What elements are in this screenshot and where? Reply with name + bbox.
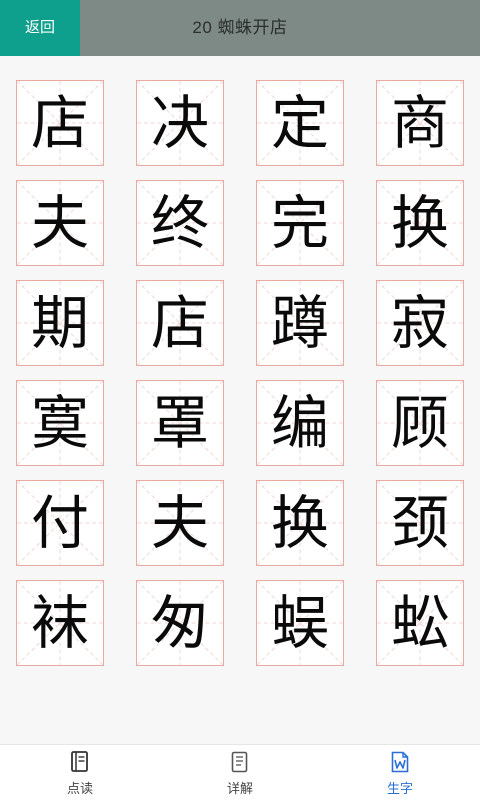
char-cell-21[interactable]: 袜 (16, 580, 104, 666)
char-glyph: 换 (390, 189, 449, 257)
char-glyph: 商 (390, 89, 449, 157)
char-glyph: 蜈 (270, 589, 329, 657)
char-glyph: 编 (270, 389, 329, 457)
char-cell-16[interactable]: 顾 (376, 380, 464, 466)
char-cell-13[interactable]: 寞 (16, 380, 104, 466)
tab-new-characters[interactable]: 生字 (320, 745, 480, 801)
char-cell-3[interactable]: 定 (256, 80, 344, 166)
char-cell-12[interactable]: 寂 (376, 280, 464, 366)
char-glyph: 蚣 (390, 589, 449, 657)
char-glyph: 蹲 (270, 289, 329, 357)
tab-read-aloud[interactable]: 点读 (0, 745, 160, 801)
char-glyph: 匆 (150, 589, 209, 657)
book-icon (71, 751, 88, 772)
bottom-nav: 点读 详解 生字 (0, 744, 480, 801)
document-icon (231, 751, 248, 773)
char-cell-7[interactable]: 完 (256, 180, 344, 266)
char-glyph: 付 (30, 489, 89, 557)
char-cell-20[interactable]: 颈 (376, 480, 464, 566)
char-glyph: 店 (150, 289, 209, 357)
char-glyph: 夫 (150, 489, 209, 557)
header-bar: 返回 20 蜘蛛开店 (0, 0, 480, 56)
char-cell-22[interactable]: 匆 (136, 580, 224, 666)
char-cell-14[interactable]: 罩 (136, 380, 224, 466)
char-cell-24[interactable]: 蚣 (376, 580, 464, 666)
tab-label: 生字 (386, 781, 413, 796)
char-cell-10[interactable]: 店 (136, 280, 224, 366)
char-cell-23[interactable]: 蜈 (256, 580, 344, 666)
char-cell-11[interactable]: 蹲 (256, 280, 344, 366)
char-cell-5[interactable]: 夫 (16, 180, 104, 266)
char-cell-9[interactable]: 期 (16, 280, 104, 366)
char-glyph: 店 (30, 89, 89, 157)
char-glyph: 顾 (390, 389, 449, 457)
char-glyph: 颈 (390, 489, 449, 557)
char-glyph: 决 (150, 89, 209, 157)
char-glyph: 夫 (30, 189, 89, 257)
char-cell-2[interactable]: 决 (136, 80, 224, 166)
tab-label: 点读 (66, 781, 93, 796)
page-title: 20 蜘蛛开店 (192, 18, 288, 37)
char-cell-15[interactable]: 编 (256, 380, 344, 466)
char-cell-19[interactable]: 换 (256, 480, 344, 566)
char-glyph: 换 (270, 489, 329, 557)
char-cell-1[interactable]: 店 (16, 80, 104, 166)
char-glyph: 袜 (30, 589, 89, 657)
tab-details[interactable]: 详解 (160, 745, 320, 801)
char-glyph: 期 (30, 289, 89, 357)
char-cell-4[interactable]: 商 (376, 80, 464, 166)
back-button[interactable]: 返回 (0, 0, 80, 56)
char-glyph: 罩 (150, 389, 209, 457)
word-file-icon (391, 751, 409, 773)
char-cell-18[interactable]: 夫 (136, 480, 224, 566)
char-glyph: 完 (270, 189, 329, 257)
tab-label: 详解 (226, 781, 253, 796)
character-grid: 店 决 定 商 夫 终 完 换 期 店 蹲 寂 寞 罩 编 顾 付 夫 换 颈 … (0, 56, 480, 744)
char-glyph: 寂 (390, 289, 449, 357)
char-cell-6[interactable]: 终 (136, 180, 224, 266)
char-glyph: 定 (270, 89, 329, 157)
char-cell-8[interactable]: 换 (376, 180, 464, 266)
char-glyph: 终 (150, 189, 209, 257)
char-cell-17[interactable]: 付 (16, 480, 104, 566)
char-glyph: 寞 (30, 389, 89, 457)
